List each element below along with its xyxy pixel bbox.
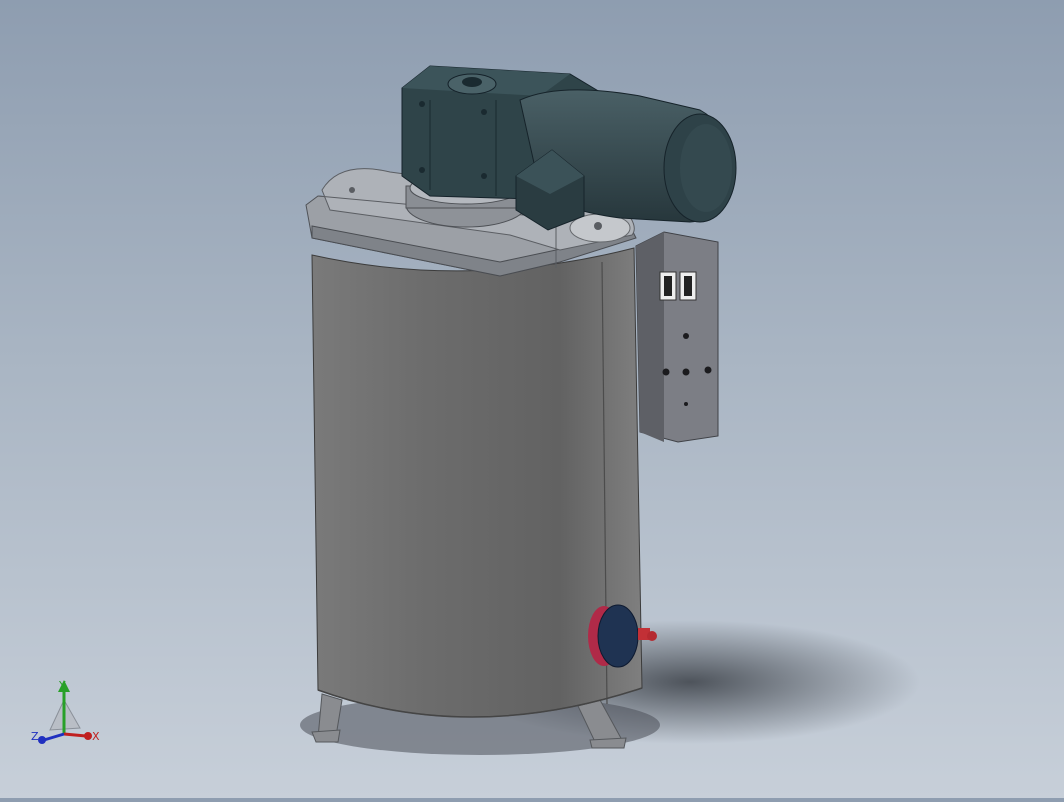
- z-axis-label: Z: [31, 730, 39, 743]
- z-axis-arrow: [43, 732, 65, 742]
- x-axis-label: X: [92, 730, 100, 743]
- cad-viewport[interactable]: Y X Z: [0, 0, 1064, 798]
- y-axis-label: Y: [59, 679, 66, 692]
- model-render: [300, 65, 920, 755]
- electric-motor: [515, 89, 737, 231]
- x-axis-arrow: [63, 732, 87, 738]
- view-orientation-triad[interactable]: Y X Z: [28, 676, 108, 748]
- control-panel-box: [635, 231, 719, 443]
